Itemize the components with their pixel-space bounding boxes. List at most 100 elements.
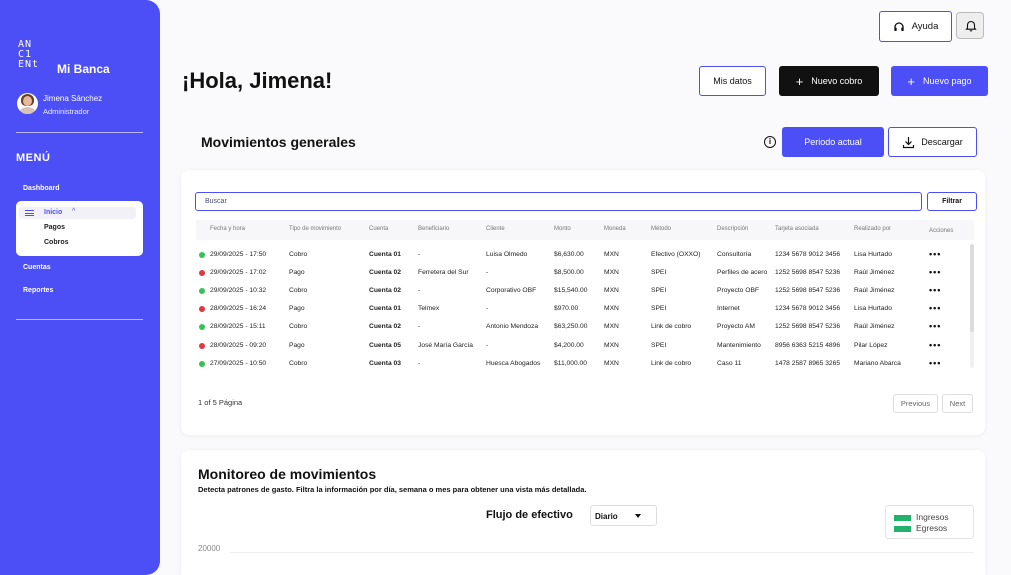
cell-fecha: 29/09/2025 - 17:02 [210,269,267,277]
column-header: Tipo de movimiento [289,226,342,232]
more-actions-icon[interactable]: ••• [929,340,941,350]
cell-cuenta: Cuenta 02 [369,269,401,277]
status-dot [199,342,205,349]
table-row[interactable]: 28/09/2025 - 16:24 Pago Cuenta 01 Telmex - $9… [196,300,966,318]
legend-swatch [894,515,911,521]
sidebar-group-inicio: Inicio ^ Pagos Cobros [16,201,143,256]
notifications-button[interactable] [956,12,984,39]
status-dot [199,360,205,367]
cell-tipo: Cobro [289,359,308,367]
cell-cuenta: Cuenta 03 [369,359,401,367]
sidebar-item-cobros[interactable]: Cobros [44,239,69,246]
status-dot [199,306,205,313]
sidebar: AN C1 ENt Mi Banca Jimena Sánchez Admini… [0,0,160,575]
next-button[interactable]: Next [942,394,973,413]
descargar-button[interactable]: Descargar [888,127,977,157]
nuevo-pago-button[interactable]: + Nuevo pago [891,66,988,96]
headset-icon [893,21,904,31]
more-actions-icon[interactable]: ••• [929,321,941,331]
cell-cuenta: Cuenta 02 [369,323,401,331]
cell-realizado: Pilar López [854,341,888,349]
scrollbar-thumb[interactable] [970,244,974,332]
cell-tipo: Cobro [289,323,308,331]
status-dot [199,270,205,277]
cell-metodo: SPEI [651,269,667,277]
button-label: Descargar [921,137,963,147]
cell-metodo: SPEI [651,341,667,349]
previous-button[interactable]: Previous [893,394,938,413]
mis-datos-button[interactable]: Mis datos [699,66,766,96]
divider [16,319,143,320]
cell-monto: $8,500.00 [554,269,584,277]
cell-tipo: Cobro [289,251,308,258]
cell-beneficiario: - [418,323,421,331]
cell-monto: $6,630.00 [554,251,584,258]
sidebar-item-label: Inicio [44,209,63,216]
more-actions-icon[interactable]: ••• [929,285,941,295]
download-icon [903,136,915,148]
column-header: Método [651,226,672,232]
sidebar-item-cuentas[interactable]: Cuentas [23,264,51,271]
table-row[interactable]: 29/09/2025 - 17:02 Pago Cuenta 02 Ferretera… [196,264,966,282]
cell-moneda: MXN [604,269,619,277]
status-dot [199,324,205,331]
logo: AN C1 ENt [18,40,46,70]
more-actions-icon[interactable]: ••• [929,303,941,313]
table-row[interactable]: 28/09/2025 - 09:20 Pago Cuenta 05 José Marí… [196,337,966,355]
table-row[interactable]: 28/09/2025 - 15:11 Cobro Cuenta 02 - Antonio… [196,318,966,336]
periodo-actual-button[interactable]: Periodo actual [782,127,884,157]
nuevo-cobro-button[interactable]: + Nuevo cobro [779,66,879,96]
sidebar-item-inicio[interactable]: Inicio ^ [19,207,136,219]
period-select[interactable]: Diario [590,505,657,526]
cell-metodo: Link de cobro [651,323,692,331]
cell-moneda: MXN [604,251,619,258]
caret-down-icon [635,514,641,518]
more-actions-icon[interactable]: ••• [929,358,941,368]
column-header: Beneficiario [418,226,450,232]
chevron-up-icon: ^ [72,208,76,215]
table-row[interactable]: 27/09/2025 - 10:50 Cobro Cuenta 03 - Huesca … [196,355,966,373]
cell-monto: $11,000.00 [554,359,587,367]
info-icon[interactable]: i [764,136,776,148]
more-actions-icon[interactable]: ••• [929,267,941,277]
more-actions-icon[interactable]: ••• [929,249,941,259]
cell-monto: $15,540.00 [554,287,588,295]
menu-heading: MENÚ [16,152,51,164]
help-button[interactable]: Ayuda [879,11,952,42]
cell-tipo: Pago [289,305,305,313]
table-row[interactable]: 29/09/2025 - 17:50 Cobro Cuenta 01 - Luisa O… [196,246,966,264]
avatar[interactable] [17,93,38,114]
legend-label: Egresos [916,523,948,533]
section-title: Monitoreo de movimientos [198,466,377,482]
cell-realizado: Raúl Jiménez [854,287,895,295]
filtrar-button[interactable]: Filtrar [927,192,977,211]
cell-fecha: 29/09/2025 - 17:50 [210,251,267,258]
column-header: Cliente [486,226,505,232]
cell-metodo: SPEI [651,305,667,313]
cell-descripcion: Proyecto AM [717,323,755,331]
sidebar-item-dashboard[interactable]: Dashboard [23,185,60,192]
search-input[interactable] [195,192,922,211]
column-header: Cuenta [369,226,389,232]
sidebar-item-pagos[interactable]: Pagos [44,224,65,231]
button-label: Nuevo pago [923,76,972,86]
cell-descripcion: Proyecto OBF [717,287,759,295]
cell-monto: $63,250.00 [554,323,588,331]
cell-tipo: Pago [289,341,305,349]
cell-beneficiario: Telmex [418,305,440,313]
sidebar-item-reportes[interactable]: Reportes [23,287,53,294]
cell-realizado: Lisa Hurtado [854,305,892,313]
cell-beneficiario: Ferretera del Sur [418,269,469,277]
cell-moneda: MXN [604,305,619,313]
table-row[interactable]: 29/09/2025 - 10:32 Cobro Cuenta 02 - Corpora… [196,282,966,300]
cell-moneda: MXN [604,287,619,295]
cell-cuenta: Cuenta 05 [369,341,401,349]
gridline [230,552,974,553]
cell-metodo: SPEI [651,287,667,295]
cell-tipo: Cobro [289,287,308,295]
app: AN C1 ENt Mi Banca Jimena Sánchez Admini… [0,0,1011,575]
cell-beneficiario: José María García [418,341,474,349]
cell-beneficiario: - [418,251,421,258]
cell-descripcion: Caso 11 [717,359,742,367]
cell-tarjeta: 1234 5678 9012 3456 [775,251,841,258]
